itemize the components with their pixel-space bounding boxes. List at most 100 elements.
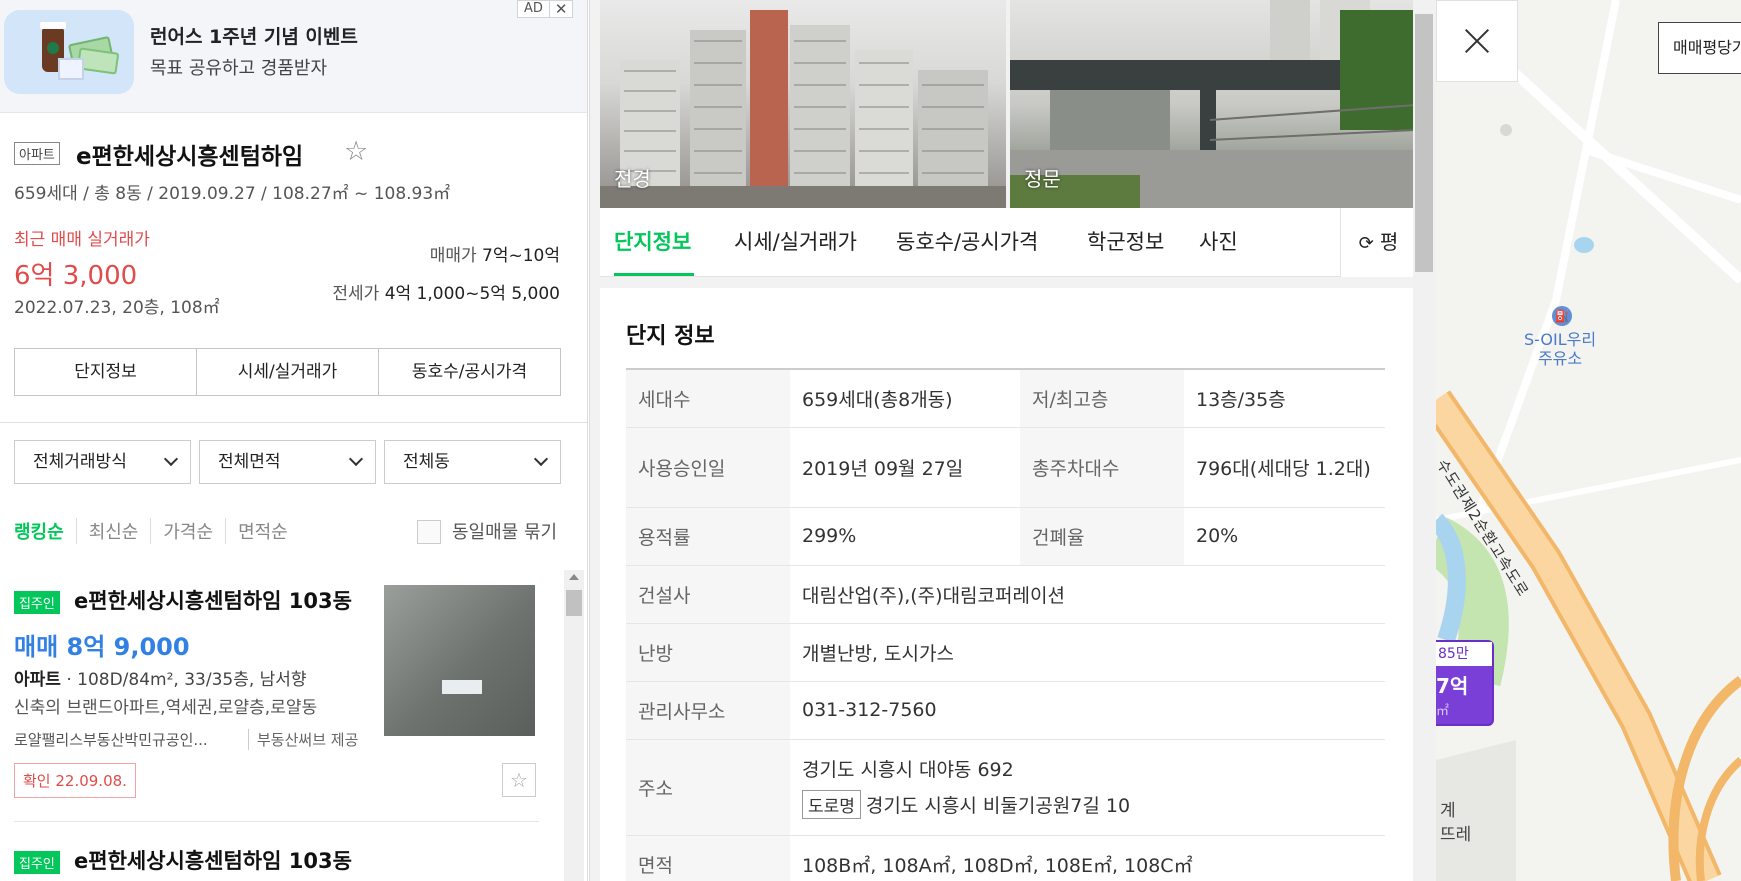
listing-favorite-star-icon[interactable]: ☆	[502, 763, 536, 797]
complex-info-section: 단지 정보 세대수 659세대(총8개동) 저/최고층 13층/35층 사용승인…	[600, 288, 1416, 881]
jeonse-price-range: 전세가 4억 1,000~5억 5,000	[332, 279, 560, 304]
photo-exterior[interactable]: 전경	[600, 0, 1006, 208]
tab-complex-info[interactable]: 단지정보	[15, 349, 197, 395]
poi-label[interactable]: S-OIL우리 주유소	[1524, 330, 1596, 368]
listing-photo[interactable]	[384, 585, 535, 736]
tab-complex-info[interactable]: 단지정보	[614, 226, 691, 256]
marker-price: 7억	[1436, 674, 1469, 698]
chevron-down-icon	[163, 451, 179, 467]
group-same-listings-checkbox[interactable]	[417, 520, 441, 544]
complex-summary: 아파트 e편한세상시흥센텀하임 ☆ 659세대 / 총 8동 / 2019.09…	[0, 113, 587, 423]
ad-title[interactable]: 런어스 1주년 기념 이벤트	[150, 22, 358, 49]
photo-label-exterior: 전경	[614, 167, 651, 191]
scrollbar-thumb[interactable]	[566, 590, 582, 616]
sort-ranking[interactable]: 랭킹순	[14, 518, 76, 544]
info-key: 용적률	[626, 507, 790, 566]
listing-price: 매매 8억 9,000	[14, 633, 190, 661]
info-key: 건설사	[626, 565, 790, 624]
chevron-down-icon	[533, 451, 549, 467]
area-filter-label: 전체면적	[218, 452, 281, 472]
info-key: 세대수	[626, 369, 790, 428]
favorite-star-icon[interactable]: ☆	[344, 136, 368, 167]
info-key: 사용승인일	[626, 427, 790, 508]
scroll-up-arrow-icon[interactable]	[569, 574, 579, 580]
table-row: 용적률 299% 건폐율 20%	[626, 507, 1385, 566]
area-filter[interactable]: 전체면적	[199, 440, 376, 484]
sort-options: 랭킹순 최신순 가격순 면적순	[14, 518, 300, 544]
property-type-badge: 아파트	[14, 142, 60, 165]
listing-confirm-date: 확인 22.09.08.	[14, 763, 136, 798]
detail-scrollbar[interactable]	[1413, 0, 1435, 881]
info-value: 대림산업(주),(주)대림코퍼레이션	[790, 565, 1385, 624]
recent-trade-date: 2022.07.23, 20층, 108㎡	[14, 298, 220, 318]
info-value: 031-312-7560	[790, 681, 1385, 740]
listing-scrollbar[interactable]	[564, 570, 584, 881]
gift-box-icon	[58, 58, 84, 80]
map-price-per-area-button[interactable]: 매매평당가	[1658, 22, 1741, 74]
table-row: 주소 경기도 시흥시 대야동 692 도로명 경기도 시흥시 비둘기공원7길 10	[626, 739, 1385, 836]
tab-price-history[interactable]: 시세/실거래가	[734, 226, 857, 256]
complex-meta: 659세대 / 총 8동 / 2019.09.27 / 108.27㎡ ~ 10…	[14, 184, 451, 204]
address-cell: 경기도 시흥시 대야동 692 도로명 경기도 시흥시 비둘기공원7길 10	[790, 739, 1385, 836]
listing-agent[interactable]: 로얄팰리스부동산박민규공인...	[14, 729, 208, 750]
info-key: 건폐율	[1020, 507, 1184, 566]
tab-unit-price[interactable]: 동호수/공시가격	[896, 226, 1038, 256]
photo-label-gate: 정문	[1024, 167, 1061, 191]
table-row: 난방 개별난방, 도시가스	[626, 623, 1385, 682]
info-value: 659세대(총8개동)	[790, 369, 1020, 428]
marker-unit-price: 85만	[1436, 642, 1492, 666]
listing-item[interactable]: 집주인 e편한세상시흥센텀하임 103동	[14, 845, 539, 881]
listing-spec-text: · 108D/84m², 33/35층, 남서향	[60, 670, 307, 690]
ad-close-icon[interactable]: ✕	[548, 1, 573, 17]
ad-banner[interactable]: 런어스 1주년 기념 이벤트 목표 공유하고 경품받자 AD ✕	[0, 0, 587, 113]
photo-main-gate[interactable]: 정문	[1010, 0, 1416, 208]
jeonse-label: 전세가	[332, 284, 380, 304]
sale-price-range: 매매가 7억~10억	[430, 241, 560, 266]
recent-trade-price: 6억 3,000	[14, 261, 138, 291]
info-key: 관리사무소	[626, 681, 790, 740]
sort-area[interactable]: 면적순	[225, 518, 300, 544]
detail-tabs: 단지정보 시세/실거래가 동호수/공시가격 학군정보 사진 ⟳ 평	[600, 208, 1416, 277]
complex-name: e편한세상시흥센텀하임	[76, 144, 304, 170]
listing-title[interactable]: e편한세상시흥센텀하임 103동	[74, 585, 352, 615]
building-filter[interactable]: 전체동	[384, 440, 561, 484]
table-row: 세대수 659세대(총8개동) 저/최고층 13층/35층	[626, 369, 1385, 428]
sale-value: 7억~10억	[482, 246, 560, 266]
complex-photos: 전경 정문	[600, 0, 1416, 208]
ad-subtitle[interactable]: 목표 공유하고 경품받자	[150, 54, 327, 80]
tower-illustration	[600, 10, 1006, 208]
sort-price[interactable]: 가격순	[150, 518, 225, 544]
road-address-line: 도로명 경기도 시흥시 비둘기공원7길 10	[802, 790, 1373, 819]
deal-type-filter[interactable]: 전체거래방식	[14, 440, 191, 484]
building-filter-label: 전체동	[403, 452, 450, 472]
pyeong-toggle-button[interactable]: ⟳ 평	[1340, 208, 1416, 277]
info-title: 단지 정보	[626, 324, 715, 349]
listing-title[interactable]: e편한세상시흥센텀하임 103동	[74, 845, 352, 875]
group-same-listings-label[interactable]: 동일매물 묶기	[452, 518, 557, 544]
listing-provider: 부동산써브 제공	[248, 729, 358, 750]
scrollbar-thumb[interactable]	[1415, 14, 1433, 272]
tab-school-info[interactable]: 학군정보	[1087, 226, 1164, 256]
listing-type: 아파트	[14, 670, 61, 690]
owner-badge: 집주인	[14, 591, 60, 614]
ad-image[interactable]	[4, 10, 134, 94]
pyeong-label: 평	[1379, 230, 1399, 254]
map-view[interactable]	[1436, 0, 1741, 881]
info-value: 20%	[1184, 507, 1385, 566]
tab-price-history[interactable]: 시세/실거래가	[197, 349, 379, 395]
info-value: 108B㎡, 108A㎡, 108D㎡, 108E㎡, 108C㎡	[790, 835, 1385, 881]
info-key: 면적	[626, 835, 790, 881]
listing-item[interactable]: 집주인 e편한세상시흥센텀하임 103동 매매 8억 9,000 아파트 · 1…	[14, 585, 539, 822]
gas-station-icon[interactable]: ⛽	[1552, 306, 1572, 326]
close-icon[interactable]	[1436, 0, 1518, 82]
sale-label: 매매가	[429, 246, 477, 266]
sort-latest[interactable]: 최신순	[75, 518, 151, 544]
tab-unit-price[interactable]: 동호수/공시가격	[379, 349, 560, 395]
complex-tabs: 단지정보 시세/실거래가 동호수/공시가격	[14, 348, 561, 396]
map-price-marker[interactable]: 85만 7억 ㎡	[1436, 640, 1494, 726]
detail-panel: 전경 정문 단지정보 시세/실거래가 동호수/공시가격 학군정보 사진 ⟳ 평 …	[589, 0, 1436, 881]
map-place-label: 계	[1440, 801, 1456, 821]
tab-photos[interactable]: 사진	[1199, 226, 1238, 256]
road-address: 경기도 시흥시 비둘기공원7길 10	[865, 795, 1131, 817]
ad-badge: AD ✕	[517, 0, 574, 18]
